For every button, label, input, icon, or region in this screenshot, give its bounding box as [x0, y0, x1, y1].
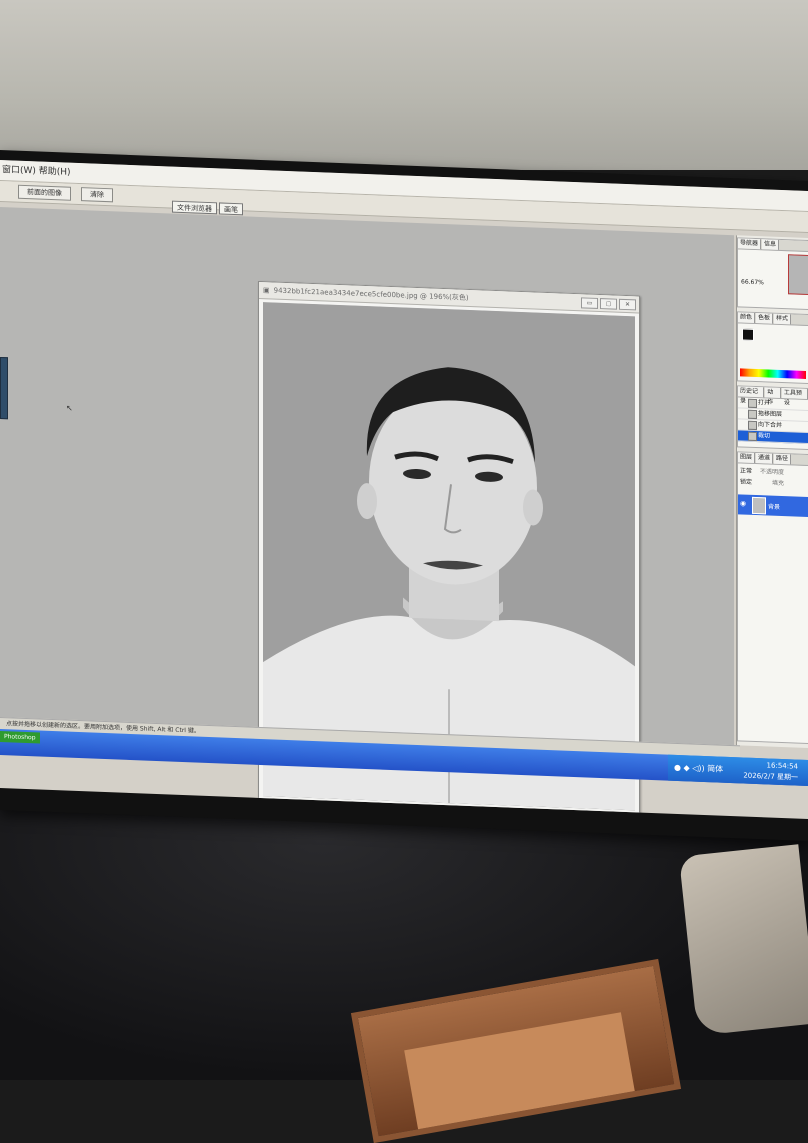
tab-color[interactable]: 颜色 — [738, 312, 756, 324]
frame-inner — [404, 1012, 635, 1130]
ps-document-icon: ▣ — [263, 286, 270, 295]
brush-tab[interactable]: 画笔 — [219, 202, 243, 216]
photoshop-taskbar-button[interactable]: Photoshop — [0, 731, 40, 744]
tab-channels[interactable]: 通道 — [756, 453, 774, 464]
lock-row[interactable]: 锁定 填充 — [738, 476, 808, 488]
mouse-cursor-icon: ↖ — [66, 403, 73, 413]
layers-panel: 图层 通道 路径 正常 不透明度 锁定 填充 ◉ 背景 — [737, 451, 808, 745]
layer-background[interactable]: ◉ 背景 — [738, 494, 808, 518]
window-buttons: ▭ ▢ ✕ — [581, 296, 636, 310]
file-browser-tab[interactable]: 文件浏览器 — [172, 200, 217, 215]
maximize-button[interactable]: ▢ — [600, 297, 617, 310]
clear-button[interactable]: 清除 — [81, 187, 113, 203]
background-document-edge[interactable] — [0, 357, 8, 420]
cloth-towel — [678, 844, 808, 1036]
screen: 窗口(W) 帮助(H) 前面的图像 清除 文件浏览器 画笔 ↖ ▣ 9432bb… — [0, 160, 808, 820]
monitor: 窗口(W) 帮助(H) 前面的图像 清除 文件浏览器 画笔 ↖ ▣ 9432bb… — [0, 150, 808, 842]
tab-actions[interactable]: 动作 — [765, 387, 781, 406]
history-step-icon — [748, 409, 757, 420]
front-image-button[interactable]: 前面的图像 — [18, 184, 71, 201]
tab-styles[interactable]: 样式 — [774, 313, 792, 325]
layer-name: 背景 — [768, 503, 781, 511]
layer-thumbnail — [752, 496, 766, 515]
tab-history[interactable]: 历史记录 — [738, 386, 765, 405]
wall-background — [0, 0, 808, 170]
document-title: 9432bb1fc21aea3434e7ece5cfe00be.jpg @ 19… — [273, 286, 469, 303]
navigator-panel: 导航器 信息 66.67% — [737, 237, 808, 311]
tray-icons[interactable]: ● ◆ ◁)) 简体 — [674, 762, 723, 775]
tab-info[interactable]: 信息 — [762, 239, 780, 250]
history-step-icon — [748, 431, 757, 442]
color-spectrum-bar[interactable] — [740, 368, 806, 379]
history-step-icon — [748, 398, 757, 409]
clock-date[interactable]: 2026/2/7 星期一 — [743, 771, 798, 783]
history-panel: 历史记录 动作 工具预设 打开 拖移图层 向下合并 裁切 — [737, 385, 808, 451]
system-tray: ● ◆ ◁)) 简体 16:54:54 2026/2/7 星期一 — [668, 754, 808, 787]
tab-swatches[interactable]: 色板 — [756, 313, 774, 324]
minimize-button[interactable]: ▭ — [581, 296, 598, 309]
history-step-icon — [748, 420, 757, 431]
foreground-color-swatch[interactable] — [742, 328, 754, 341]
tab-navigator[interactable]: 导航器 — [738, 238, 762, 250]
color-panel: 颜色 色板 样式 — [737, 311, 808, 385]
workspace: ↖ ▣ 9432bb1fc21aea3434e7ece5cfe00be.jpg … — [0, 207, 734, 818]
right-panels: 导航器 信息 66.67% 颜色 色板 样式 历史记录 动作 工具预设 打开 拖… — [736, 235, 808, 749]
navigator-thumbnail[interactable] — [788, 254, 808, 296]
tab-layers[interactable]: 图层 — [738, 452, 756, 464]
history-item-active[interactable]: 裁切 — [738, 430, 808, 445]
clock-time[interactable]: 16:54:54 — [767, 761, 798, 770]
eye-icon[interactable]: ◉ — [740, 499, 746, 507]
tab-tool-presets[interactable]: 工具预设 — [781, 388, 808, 406]
tab-paths[interactable]: 路径 — [774, 453, 792, 465]
zoom-level[interactable]: 66.67% — [741, 278, 764, 286]
close-button[interactable]: ✕ — [619, 298, 636, 310]
